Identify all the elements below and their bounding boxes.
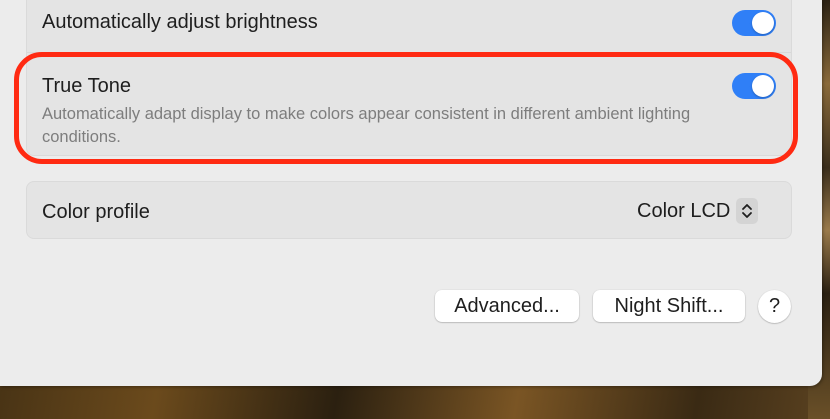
auto-brightness-row: Automatically adjust brightness — [26, 0, 792, 52]
auto-brightness-label: Automatically adjust brightness — [42, 11, 318, 33]
chevron-up-down-icon — [736, 198, 759, 224]
toggle-knob — [752, 75, 774, 97]
help-button[interactable]: ? — [758, 290, 791, 323]
color-profile-label: Color profile — [42, 201, 150, 223]
color-profile-row: Color profile Color LCD — [26, 181, 792, 239]
true-tone-row: True Tone Automatically adapt display to… — [26, 52, 792, 156]
color-profile-select[interactable]: Color LCD — [637, 196, 759, 226]
true-tone-toggle[interactable] — [732, 73, 776, 99]
true-tone-label: True Tone — [42, 75, 131, 97]
display-settings-window: Automatically adjust brightness True Ton… — [0, 0, 822, 386]
night-shift-button[interactable]: Night Shift... — [593, 290, 745, 322]
advanced-button[interactable]: Advanced... — [435, 290, 579, 322]
toggle-knob — [752, 12, 774, 34]
true-tone-description: Automatically adapt display to make colo… — [42, 105, 691, 146]
color-profile-value: Color LCD — [637, 199, 731, 222]
auto-brightness-toggle[interactable] — [732, 10, 776, 36]
